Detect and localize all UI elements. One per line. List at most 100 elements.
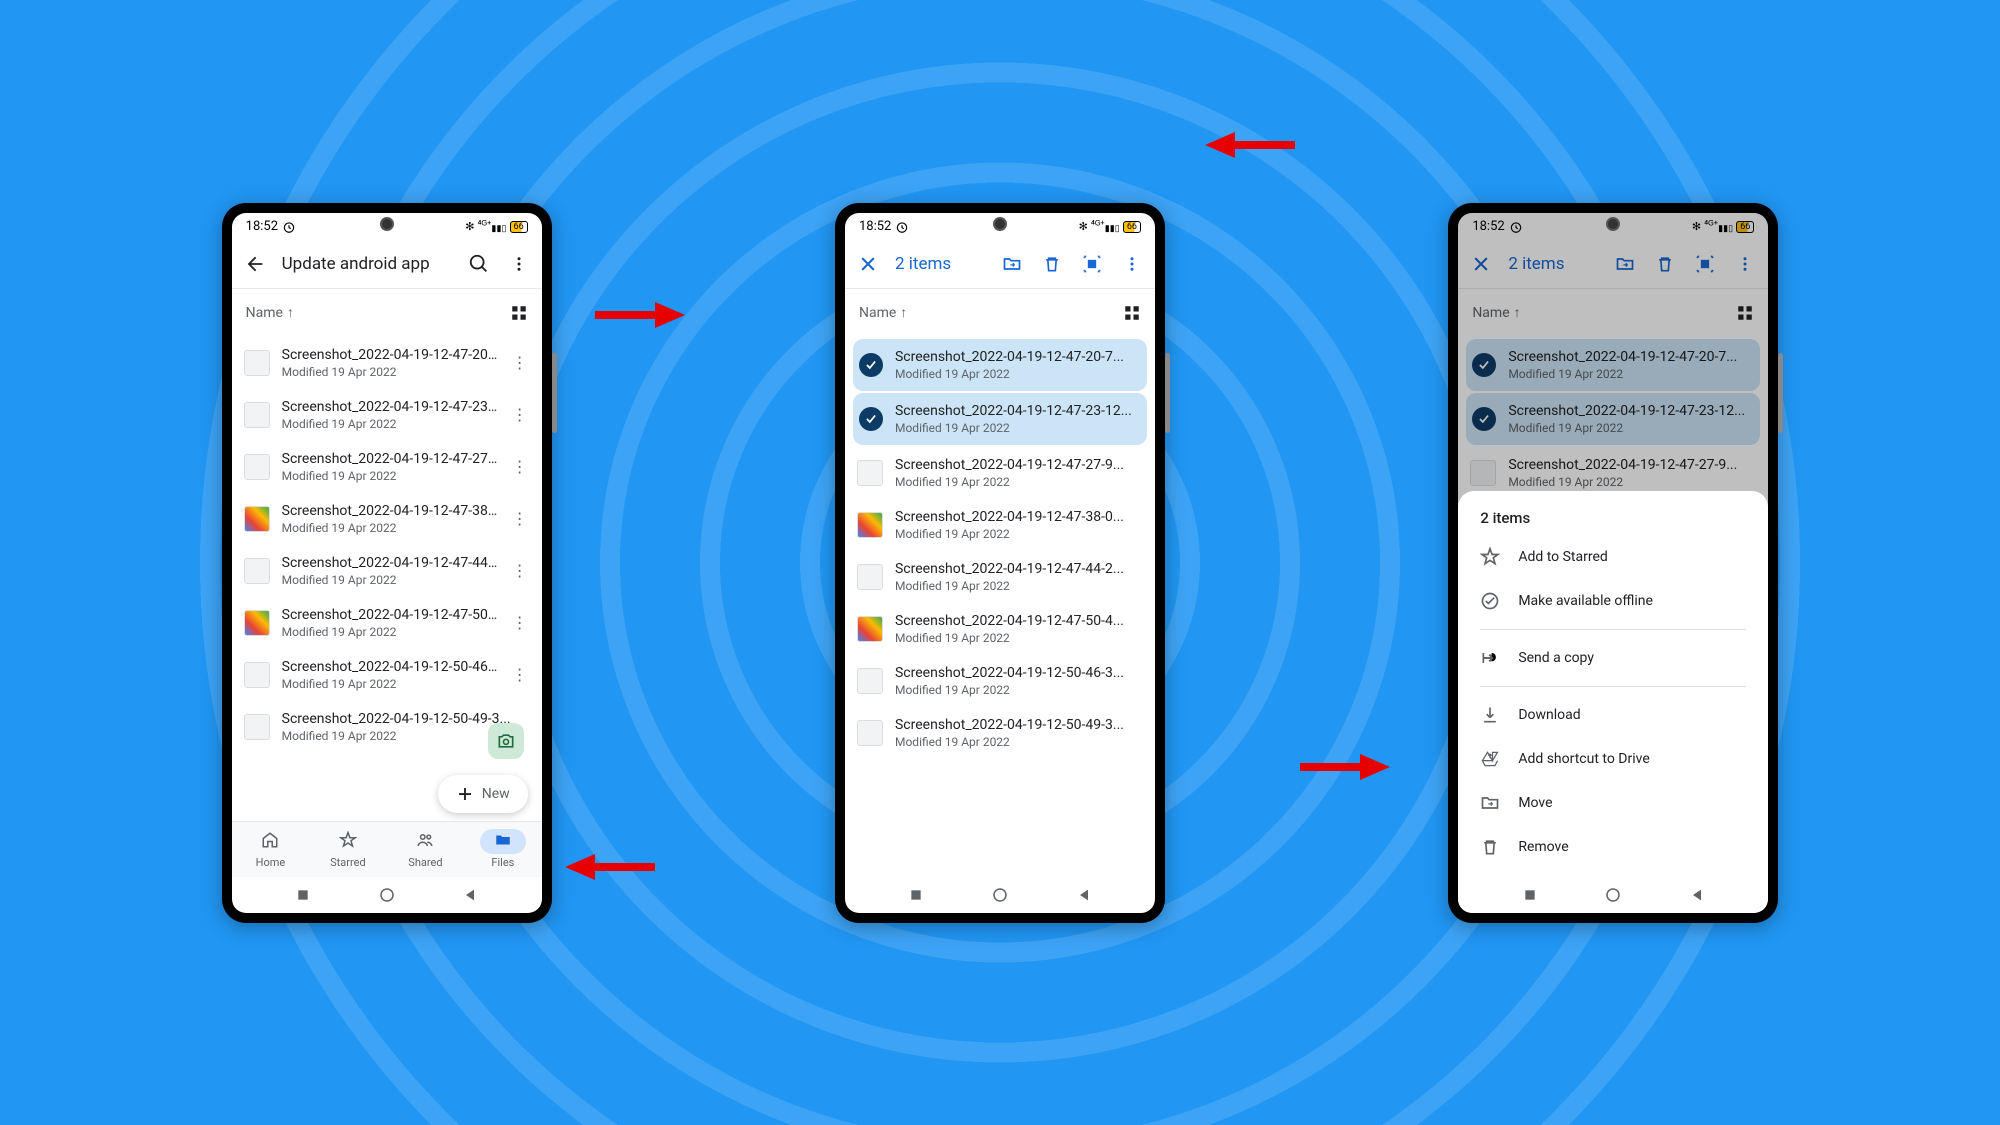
view-grid-icon[interactable] bbox=[510, 304, 528, 322]
file-modified: Modified 19 Apr 2022 bbox=[895, 735, 1143, 749]
select-all-button[interactable] bbox=[1081, 253, 1103, 275]
nav-home[interactable]: Home bbox=[232, 822, 310, 877]
file-modified: Modified 19 Apr 2022 bbox=[895, 475, 1143, 489]
file-more-button[interactable]: ⋮ bbox=[510, 457, 530, 476]
nav-shared[interactable]: Shared bbox=[387, 822, 465, 877]
alarm-icon bbox=[282, 220, 296, 234]
home-nav-icon[interactable] bbox=[378, 886, 396, 904]
sheet-add-starred[interactable]: Add to Starred bbox=[1458, 535, 1768, 579]
more-button[interactable] bbox=[1121, 253, 1143, 275]
file-thumbnail bbox=[244, 506, 270, 532]
file-item[interactable]: Screenshot_2022-04-19-12-47-27-9... Modif… bbox=[845, 447, 1155, 499]
file-more-button[interactable]: ⋮ bbox=[510, 509, 530, 528]
file-item[interactable]: Screenshot_2022-04-19-12-50-49-3... Modif… bbox=[845, 707, 1155, 759]
file-item[interactable]: Screenshot_2022-04-19-12-47-50-4...Modif… bbox=[845, 603, 1155, 655]
network-icon: ⁴ᴳ⁺▮▮▯ bbox=[477, 218, 506, 234]
file-more-button[interactable]: ⋮ bbox=[510, 665, 530, 684]
file-item[interactable]: Screenshot_2022-04-19-12-47-23-12...Modi… bbox=[232, 389, 542, 441]
file-item[interactable]: Screenshot_2022-04-19-12-47-50-4...Modif… bbox=[232, 597, 542, 649]
file-modified: Modified 19 Apr 2022 bbox=[895, 421, 1141, 435]
file-thumbnail bbox=[244, 714, 270, 740]
back-button[interactable] bbox=[244, 253, 266, 275]
sheet-download[interactable]: Download bbox=[1458, 693, 1768, 737]
sheet-label: Remove bbox=[1518, 839, 1568, 855]
camera-icon bbox=[496, 731, 516, 751]
selection-bar: 2 items bbox=[845, 241, 1155, 289]
camera-fab[interactable] bbox=[488, 723, 524, 759]
file-item[interactable]: Screenshot_2022-04-19-12-47-20-7...Modif… bbox=[232, 337, 542, 389]
home-nav-icon[interactable] bbox=[991, 886, 1009, 904]
file-name: Screenshot_2022-04-19-12-47-38-0... bbox=[895, 509, 1143, 525]
file-item-selected[interactable]: Screenshot_2022-04-19-12-47-23-12...Modi… bbox=[853, 393, 1147, 445]
file-item[interactable]: Screenshot_2022-04-19-12-50-46-3...Modif… bbox=[232, 649, 542, 701]
home-nav-icon[interactable] bbox=[1604, 886, 1622, 904]
recent-icon[interactable] bbox=[908, 887, 924, 903]
file-item[interactable]: Screenshot_2022-04-19-12-50-46-3...Modif… bbox=[845, 655, 1155, 707]
file-item[interactable]: Screenshot_2022-04-19-12-47-27-9... Modif… bbox=[232, 441, 542, 493]
file-more-button[interactable]: ⋮ bbox=[510, 353, 530, 372]
new-fab[interactable]: New bbox=[438, 775, 528, 813]
file-item[interactable]: Screenshot_2022-04-19-12-47-44-2...Modif… bbox=[845, 551, 1155, 603]
sort-field: Name bbox=[859, 305, 896, 321]
drive-shortcut-icon bbox=[1480, 749, 1500, 769]
share-icon bbox=[1480, 648, 1500, 668]
view-grid-icon[interactable] bbox=[1123, 304, 1141, 322]
file-name: Screenshot_2022-04-19-12-47-23-12... bbox=[282, 399, 498, 415]
nav-files[interactable]: Files bbox=[464, 822, 542, 877]
action-bottom-sheet: 2 items Add to Starred Make available of… bbox=[1458, 491, 1768, 877]
nav-starred[interactable]: Starred bbox=[309, 822, 387, 877]
file-item[interactable]: Screenshot_2022-04-19-12-47-38-0...Modif… bbox=[845, 499, 1155, 551]
status-time: 18:52 bbox=[859, 219, 891, 234]
file-item[interactable]: Screenshot_2022-04-19-12-47-44-2...Modif… bbox=[232, 545, 542, 597]
file-thumbnail bbox=[244, 662, 270, 688]
sheet-label: Send a copy bbox=[1518, 650, 1594, 666]
file-name: Screenshot_2022-04-19-12-47-27-9... bbox=[895, 457, 1143, 473]
bt-icon: ✻ bbox=[465, 220, 474, 233]
back-nav-icon[interactable] bbox=[1689, 887, 1705, 903]
search-button[interactable] bbox=[468, 253, 490, 275]
back-nav-icon[interactable] bbox=[1076, 887, 1092, 903]
file-name: Screenshot_2022-04-19-12-50-49-3... bbox=[895, 717, 1143, 733]
more-button[interactable] bbox=[508, 253, 530, 275]
delete-button[interactable] bbox=[1041, 253, 1063, 275]
file-thumbnail bbox=[857, 616, 883, 642]
file-item-selected[interactable]: Screenshot_2022-04-19-12-47-20-7...Modif… bbox=[853, 339, 1147, 391]
sheet-label: Move bbox=[1518, 795, 1552, 811]
file-name: Screenshot_2022-04-19-12-47-38-0... bbox=[282, 503, 498, 519]
download-icon bbox=[1480, 705, 1500, 725]
sheet-remove[interactable]: Remove bbox=[1458, 825, 1768, 869]
sort-header[interactable]: Name ↑ bbox=[845, 289, 1155, 337]
file-name: Screenshot_2022-04-19-12-47-20-7... bbox=[895, 349, 1141, 365]
trash-icon bbox=[1042, 254, 1062, 274]
file-name: Screenshot_2022-04-19-12-47-50-4... bbox=[895, 613, 1143, 629]
close-selection-button[interactable] bbox=[857, 253, 879, 275]
file-modified: Modified 19 Apr 2022 bbox=[282, 625, 498, 639]
file-name: Screenshot_2022-04-19-12-47-27-9... bbox=[282, 451, 498, 467]
sheet-move[interactable]: Move bbox=[1458, 781, 1768, 825]
back-nav-icon[interactable] bbox=[462, 887, 478, 903]
file-thumbnail bbox=[857, 460, 883, 486]
recent-icon[interactable] bbox=[295, 887, 311, 903]
system-nav bbox=[845, 877, 1155, 913]
nav-label: Starred bbox=[330, 856, 366, 869]
recent-icon[interactable] bbox=[1522, 887, 1538, 903]
status-time: 18:52 bbox=[246, 219, 278, 234]
sort-header[interactable]: Name ↑ bbox=[232, 289, 542, 337]
sheet-send-copy[interactable]: Send a copy bbox=[1458, 636, 1768, 680]
file-list[interactable]: Screenshot_2022-04-19-12-47-20-7... Modif… bbox=[845, 337, 1155, 877]
phone-mockup-1: 18:52 ✻ ⁴ᴳ⁺▮▮▯ 66 Update android app bbox=[222, 203, 552, 923]
nav-label: Home bbox=[256, 856, 286, 869]
sheet-shortcut[interactable]: Add shortcut to Drive bbox=[1458, 737, 1768, 781]
sheet-label: Make available offline bbox=[1518, 593, 1653, 609]
file-item[interactable]: Screenshot_2022-04-19-12-47-38-0...Modif… bbox=[232, 493, 542, 545]
divider bbox=[1480, 629, 1746, 630]
file-more-button[interactable]: ⋮ bbox=[510, 613, 530, 632]
sheet-offline[interactable]: Make available offline bbox=[1458, 579, 1768, 623]
move-button[interactable] bbox=[1001, 253, 1023, 275]
file-more-button[interactable]: ⋮ bbox=[510, 561, 530, 580]
file-modified: Modified 19 Apr 2022 bbox=[282, 469, 498, 483]
star-outline-icon bbox=[1480, 547, 1500, 567]
home-icon bbox=[261, 831, 279, 849]
file-more-button[interactable]: ⋮ bbox=[510, 405, 530, 424]
sheet-label: Download bbox=[1518, 707, 1580, 723]
